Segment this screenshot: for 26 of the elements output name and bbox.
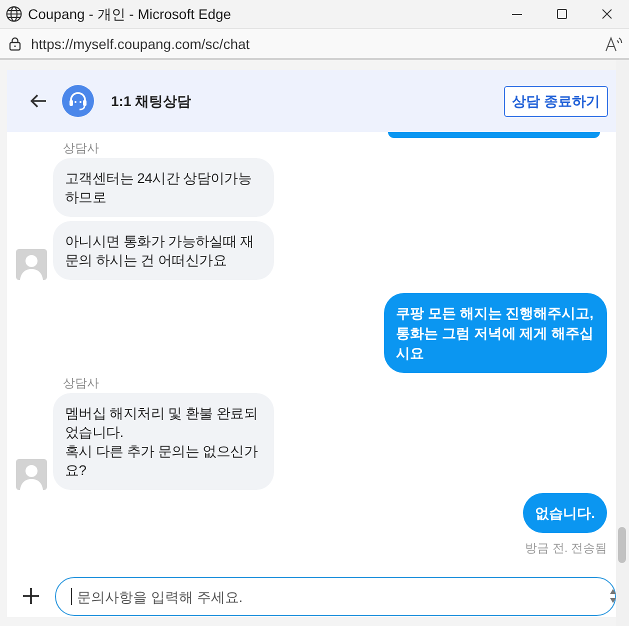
scrollbar-thumb[interactable] — [618, 527, 626, 563]
message-bubble: 없습니다. — [523, 493, 607, 533]
text-cursor — [71, 588, 72, 605]
plus-icon — [23, 588, 39, 604]
window-title: Coupang - 개인 - Microsoft Edge — [28, 5, 232, 23]
message-bubble: 쿠팡 모든 해지는 진행해주시고, 통화는 그럼 저녁에 제게 해주십시요 — [384, 293, 607, 373]
message-input[interactable]: 문의사항을 입력해 주세요. — [55, 577, 616, 616]
message-bubble: 멤버십 해지처리 및 환불 완료되었습니다. 혹시 다른 추가 문의는 없으신가요? — [53, 393, 274, 490]
read-aloud-icon[interactable] — [605, 36, 623, 52]
avatar-icon — [16, 249, 47, 280]
scroll-arrows-icon[interactable] — [610, 589, 616, 603]
message-bubble: 아니시면 통화가 가능하실때 재문의 하시는 건 어떠신가요 — [53, 221, 274, 280]
sender-name: 상담사 — [63, 140, 99, 156]
headset-icon — [62, 85, 94, 117]
avatar-icon — [16, 459, 47, 490]
chat-title: 1:1 채팅상담 — [111, 92, 192, 110]
lock-icon[interactable] — [9, 36, 21, 50]
message-bubble: 고객센터는 24시간 상담이가능하므로 — [53, 158, 274, 217]
globe-icon — [6, 6, 22, 22]
message-status: 방금 전. 전송됨 — [524, 541, 607, 556]
url-text[interactable]: https://myself.coupang.com/sc/chat — [31, 34, 250, 52]
end-chat-button[interactable]: 상담 종료하기 — [504, 86, 608, 116]
close-icon — [602, 9, 612, 19]
back-arrow-icon — [30, 94, 46, 108]
maximize-icon — [556, 9, 566, 19]
sender-name: 상담사 — [63, 375, 99, 391]
